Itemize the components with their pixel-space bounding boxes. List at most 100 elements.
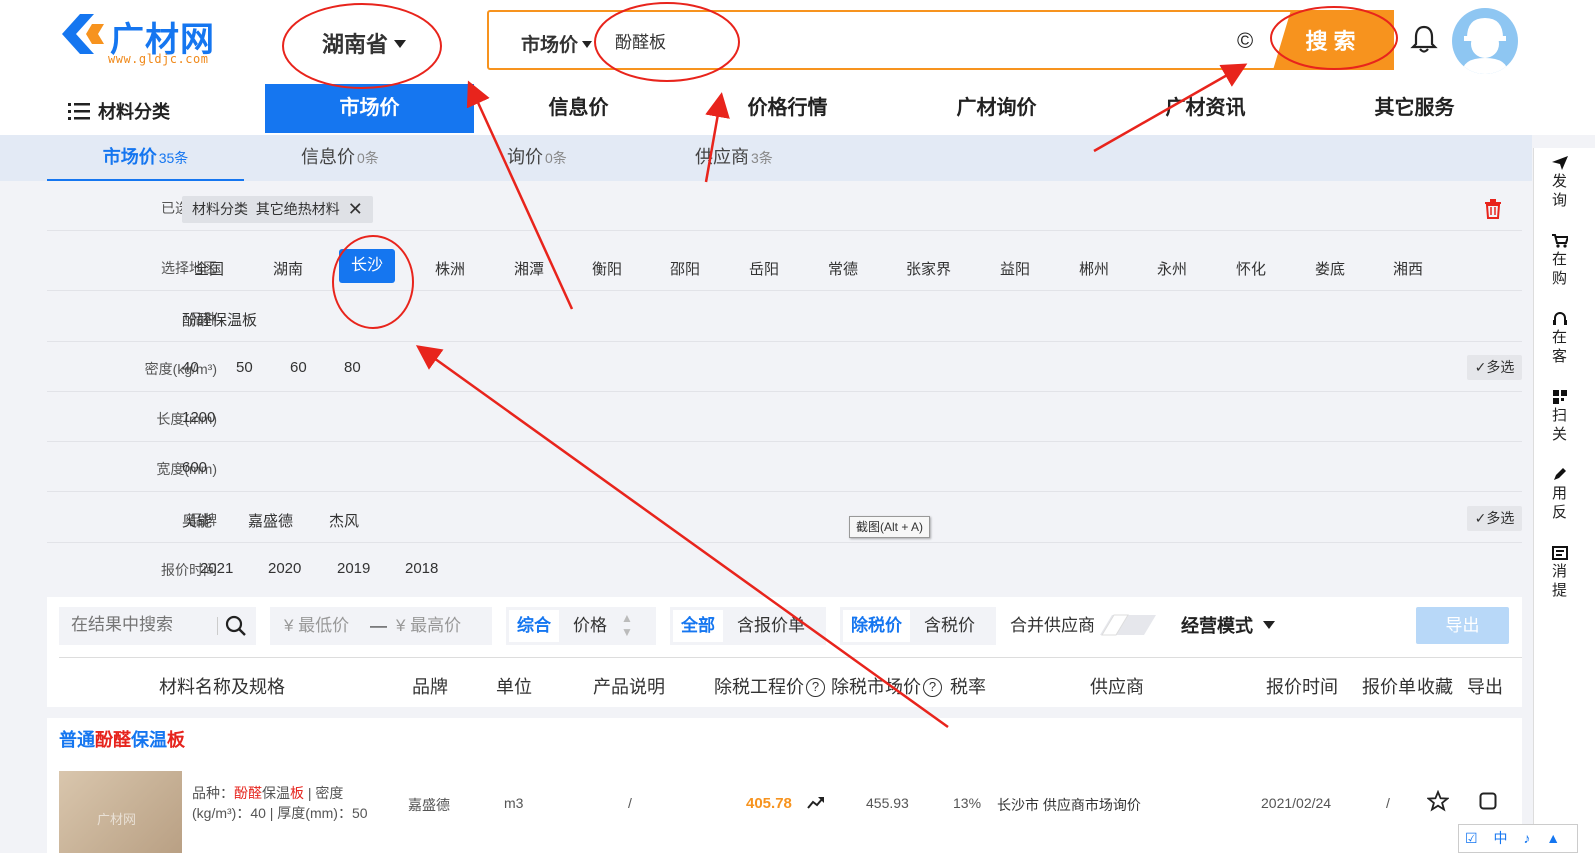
min-price-input[interactable]: ¥ 最低价 [284, 607, 349, 645]
year-option[interactable]: 2021 [200, 560, 233, 577]
density-option[interactable]: 40 [182, 359, 199, 376]
scope-with-quote[interactable]: 含报价单 [729, 610, 813, 642]
density-option[interactable]: 80 [344, 359, 361, 376]
qr-code-icon [1553, 390, 1567, 404]
sidebar-text: 反 [1552, 504, 1568, 521]
trend-icon[interactable] [807, 796, 825, 810]
tab-inquiry[interactable]: 询价 0条 [507, 135, 567, 181]
tab-market-price[interactable]: 市场价 35条 [47, 135, 244, 181]
search-bar: 市场价 © 搜索 [487, 10, 1394, 70]
sort-arrows-icon[interactable]: ▲ ▼ [621, 611, 633, 643]
region-option[interactable]: 怀化 [1236, 258, 1266, 279]
image-watermark: 广材网 [97, 812, 137, 827]
sidebar-text: 消 [1552, 563, 1568, 580]
check-icon: ✓ [1474, 510, 1487, 526]
region-option[interactable]: 永州 [1157, 258, 1187, 279]
brand-option[interactable]: 杰风 [329, 510, 359, 531]
star-icon[interactable] [1427, 790, 1449, 812]
province-selector[interactable]: 湖南省 [322, 27, 407, 59]
province-label: 湖南省 [322, 32, 389, 57]
nav-news[interactable]: 广材资讯 [1101, 84, 1310, 133]
results-toolbar: ¥ 最低价 — ¥ 最高价 综合价格▲▼ 全部含报价单 除税价含税价 合并供应商… [47, 597, 1522, 707]
nav-inquiry[interactable]: 广材询价 [892, 84, 1101, 133]
nav-price-trend[interactable]: 价格行情 [683, 84, 892, 133]
user-avatar[interactable] [1452, 8, 1518, 74]
sort-overall[interactable]: 综合 [509, 610, 559, 642]
region-option[interactable]: 湘西 [1393, 258, 1423, 279]
sidebar-online-service[interactable]: 在客 [1552, 312, 1595, 366]
tab-info-price[interactable]: 信息价 0条 [301, 135, 379, 181]
region-option[interactable]: 益阳 [1000, 258, 1030, 279]
region-option[interactable]: 张家界 [906, 258, 951, 279]
density-option[interactable]: 50 [236, 359, 253, 376]
sidebar-messages[interactable]: 消提 [1552, 546, 1595, 600]
density-option[interactable]: 60 [290, 359, 307, 376]
close-icon[interactable]: ✕ [348, 199, 363, 219]
region-option[interactable]: 常德 [828, 258, 858, 279]
product-image[interactable]: 广材网 [59, 771, 182, 853]
region-option[interactable]: 岳阳 [749, 258, 779, 279]
multi-select-button[interactable]: ✓多选 [1467, 506, 1522, 531]
engineering-price[interactable]: 405.78 [746, 795, 792, 812]
sort-toggle: 综合 价格 ▲ ▼ [506, 607, 656, 645]
ime-tray[interactable]: ☑ 中 ♪ ▲ [1458, 824, 1578, 853]
tab-supplier[interactable]: 供应商 3条 [695, 135, 773, 181]
sort-price[interactable]: 价格 [565, 610, 615, 642]
brand-option[interactable]: 奥能 [182, 510, 212, 531]
nav-market-price[interactable]: 市场价 [265, 84, 474, 133]
merge-supplier-toggle[interactable]: 合并供应商 [1010, 607, 1158, 645]
search-button[interactable]: 搜索 [1273, 10, 1394, 70]
sidebar-scan-follow[interactable]: 扫关 [1552, 390, 1595, 444]
nav-material-category[interactable]: 材料分类 [68, 98, 170, 124]
sidebar-text: 在 [1552, 329, 1568, 346]
help-icon[interactable]: ? [923, 678, 942, 697]
page: 广材网 www.gldjc.com 湖南省 市场价 © 搜索 [0, 0, 1595, 853]
nav-info-price[interactable]: 信息价 [474, 84, 683, 133]
filter-row-region: 选择地区 全国 湖南 长沙 株洲 湘潭 衡阳 邵阳 岳阳 常德 张家界 益阳 郴… [47, 241, 1522, 291]
max-price-input[interactable]: ¥ 最高价 [396, 607, 461, 645]
help-icon[interactable]: ? [806, 678, 825, 697]
variety-option[interactable]: 酚醛保温板 [182, 309, 257, 330]
copyright-icon[interactable]: © [1237, 28, 1253, 54]
year-option[interactable]: 2019 [337, 560, 370, 577]
scope-all[interactable]: 全部 [673, 610, 723, 642]
multi-select-button[interactable]: ✓多选 [1467, 355, 1522, 380]
export-button[interactable]: 导出 [1416, 607, 1509, 644]
nav-other-services[interactable]: 其它服务 [1310, 84, 1519, 133]
year-option[interactable]: 2018 [405, 560, 438, 577]
col-description: 产品说明 [593, 677, 665, 697]
bell-icon[interactable] [1410, 24, 1438, 54]
selected-condition-chip[interactable]: 材料分类 其它绝热材料 ✕ [182, 196, 373, 223]
col-engineering-price: 除税工程价? [714, 673, 825, 699]
product-title[interactable]: 普通酚醛保温板 [59, 726, 185, 752]
region-option[interactable]: 郴州 [1079, 258, 1109, 279]
tab-count: 35条 [158, 150, 189, 166]
sidebar-send-inquiry[interactable]: 发询 [1552, 156, 1595, 210]
region-option[interactable]: 衡阳 [592, 258, 622, 279]
region-option[interactable]: 湖南 [273, 258, 303, 279]
length-option[interactable]: 1200 [182, 409, 215, 426]
search-icon[interactable] [225, 615, 247, 637]
business-mode-select[interactable]: 经营模式 [1181, 607, 1275, 645]
region-option[interactable]: 邵阳 [670, 258, 700, 279]
sidebar-feedback[interactable]: 用反 [1552, 468, 1595, 522]
export-checkbox[interactable] [1479, 792, 1497, 810]
user-helmet-icon [1462, 18, 1508, 74]
width-option[interactable]: 600 [182, 459, 207, 476]
region-option[interactable]: 湘潭 [514, 258, 544, 279]
trash-icon[interactable] [1484, 199, 1502, 219]
sidebar-online-purchase[interactable]: 在购 [1552, 234, 1595, 288]
region-option[interactable]: 全国 [194, 258, 224, 279]
region-option-active[interactable]: 长沙 [339, 249, 396, 283]
site-logo[interactable]: 广材网 www.gldjc.com [60, 12, 230, 68]
tax-excluded[interactable]: 除税价 [843, 610, 910, 642]
search-type-select[interactable]: 市场价 [521, 30, 593, 57]
brand-option[interactable]: 嘉盛德 [248, 510, 293, 531]
year-option[interactable]: 2020 [268, 560, 301, 577]
tax-included[interactable]: 含税价 [916, 610, 983, 642]
region-option[interactable]: 娄底 [1315, 258, 1345, 279]
result-search-input[interactable] [71, 615, 211, 635]
supplier-name[interactable]: 长沙市 供应商市场询价 [997, 795, 1141, 815]
search-input[interactable] [615, 20, 1255, 60]
region-option[interactable]: 株洲 [435, 258, 465, 279]
